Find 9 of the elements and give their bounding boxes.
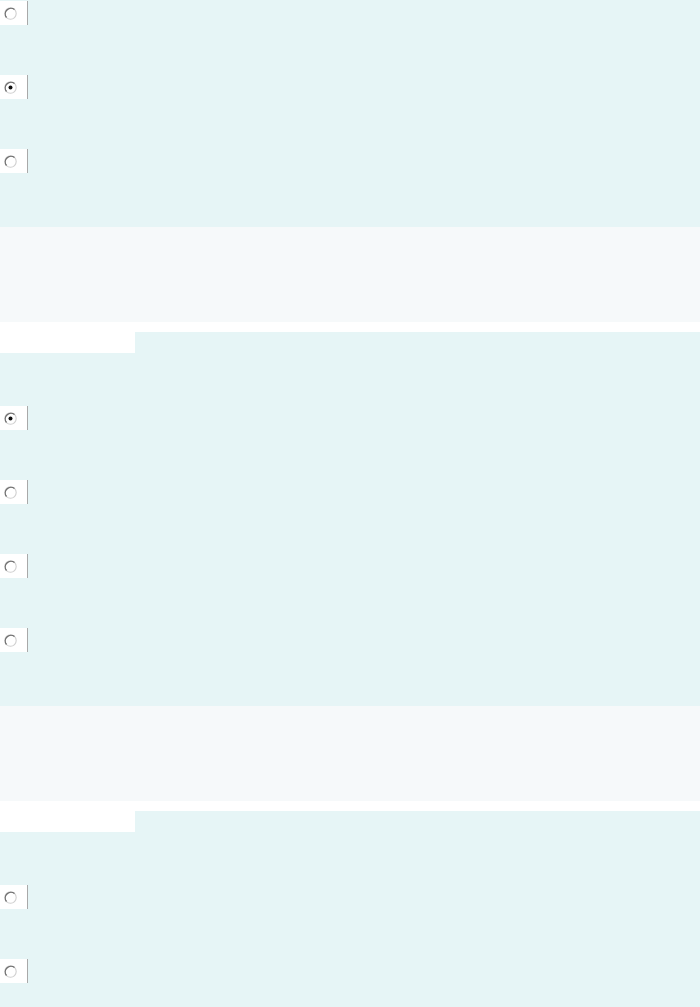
radio-button[interactable] [4,485,17,499]
radio-button[interactable] [4,411,17,425]
radio-button[interactable] [4,6,17,20]
radio-button[interactable] [4,80,17,94]
radio-button[interactable] [4,633,17,647]
radio-button[interactable] [4,559,17,573]
radio-button[interactable] [4,154,17,168]
radio-button[interactable] [4,964,17,978]
radio-button[interactable] [4,890,17,904]
